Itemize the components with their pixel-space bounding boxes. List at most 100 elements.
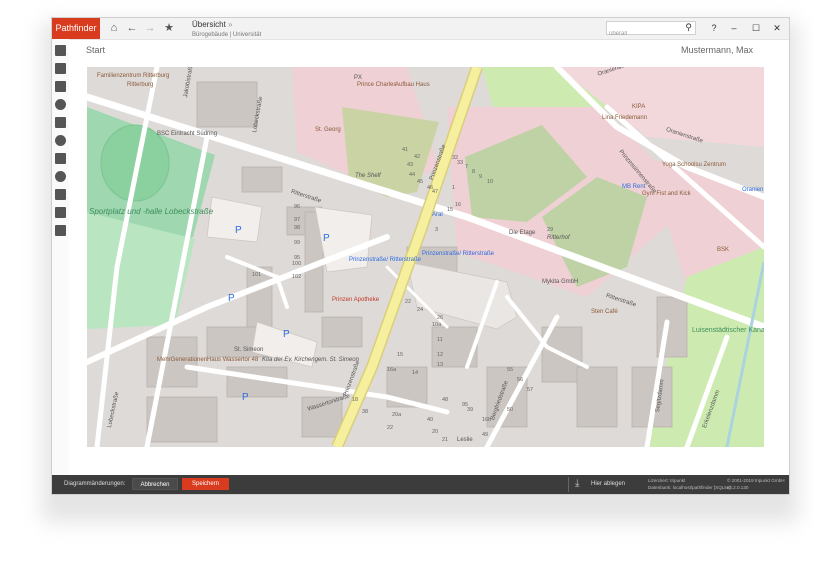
house-number: 3 <box>435 227 439 233</box>
house-number: 97 <box>294 217 301 223</box>
house-number: 39 <box>467 407 474 413</box>
wrench-icon[interactable] <box>55 81 66 92</box>
back-arrow-icon[interactable]: ← <box>126 22 138 34</box>
house-number: 102 <box>292 274 302 280</box>
house-number: 32 <box>452 155 459 161</box>
database-text: Datenbank: localhost\pathfinder [SQLite] <box>648 485 731 490</box>
house-number: 98 <box>294 225 301 231</box>
place-ritterburg: Ritterburg <box>127 82 154 88</box>
place-sten-cafe: Sten Café <box>591 309 618 315</box>
save-button[interactable]: Speichern <box>182 478 229 490</box>
search-icon[interactable]: ⚲ <box>685 22 692 33</box>
house-number: 14 <box>412 370 419 376</box>
place-leslie: Leslie <box>457 437 473 443</box>
house-number: 48 <box>442 397 449 403</box>
house-number: 16 <box>455 202 462 208</box>
parking-icon: P <box>228 293 235 304</box>
place-die-etage: Die Etage <box>509 230 536 236</box>
close-button[interactable]: ✕ <box>771 22 783 34</box>
maximize-button[interactable]: ☐ <box>750 22 762 34</box>
house-number: 96 <box>294 204 301 210</box>
house-number: 38 <box>362 409 369 415</box>
place-lina-friedemann: Lina Friedemann <box>602 115 648 121</box>
cancel-button[interactable]: Abbrechen <box>132 478 178 490</box>
house-number: 10a <box>432 322 442 328</box>
house-number: 20a <box>392 412 402 418</box>
parking-icon: P <box>283 329 290 340</box>
house-number: 11 <box>437 337 443 343</box>
favorite-add-icon[interactable]: ★ <box>163 22 175 34</box>
house-number: 50 <box>507 407 514 413</box>
breadcrumb-separator: » <box>228 20 233 29</box>
place-mykita: Mykita GmbH <box>542 279 579 285</box>
house-number: 56 <box>517 377 524 383</box>
version-text: v3.2.0.130 <box>727 485 749 490</box>
house-number: 9 <box>479 174 483 180</box>
place-the-shelf: The Shelf <box>355 173 381 179</box>
network-icon[interactable] <box>55 189 66 200</box>
place-sportplatz: Sportplatz und -halle Lobeckstraße <box>89 207 214 216</box>
place-st-georg: St. Georg <box>315 127 341 133</box>
house-number: 100 <box>292 261 302 267</box>
place-kipa: KIPA <box>632 104 646 110</box>
parking-icon: P <box>235 225 242 236</box>
version-info: © 2001-2019 tripunkt GmbH v3.2.0.130 <box>727 477 785 491</box>
house-number: 44 <box>409 172 416 178</box>
search-box[interactable]: ⚲ <box>606 21 696 40</box>
house-number: 13 <box>437 362 444 368</box>
place-px: PX <box>354 75 363 81</box>
house-number: 18 <box>352 397 359 403</box>
parking-icon: P <box>323 233 330 244</box>
overview-icon[interactable] <box>55 45 66 56</box>
drop-label: Hier ablegen <box>591 481 626 487</box>
house-number: 1 <box>452 185 456 191</box>
place-bsc: BSC Eintracht Südring <box>157 131 218 137</box>
map-view[interactable]: Ritterstraße Ritterstraße Prinzenstraße Pri… <box>87 67 764 447</box>
house-number: 57 <box>527 387 534 393</box>
canal-label: Luisenstädtischer Kanal <box>692 327 764 334</box>
clock-icon[interactable] <box>55 171 66 182</box>
house-number: 43 <box>407 162 414 168</box>
database-icon[interactable] <box>55 207 66 218</box>
star-icon[interactable] <box>55 117 66 128</box>
house-number: 16a <box>387 367 397 373</box>
house-number: 47 <box>432 189 439 195</box>
house-number: 10 <box>487 179 494 185</box>
house-number: 49 <box>482 432 489 438</box>
place-oranien: Oranien <box>742 187 764 193</box>
house-number: 21 <box>442 437 449 443</box>
house-number: 29 <box>547 227 554 233</box>
changes-label: Diagrammänderungen: <box>64 481 126 487</box>
monitor-icon[interactable] <box>55 63 66 74</box>
breadcrumb[interactable]: Übersicht » Bürogebäude | Universität <box>192 20 261 40</box>
drop-zone[interactable]: ⤓ Hier ablegen <box>568 477 629 492</box>
tag-icon[interactable] <box>55 153 66 164</box>
place-aral: Aral <box>432 212 443 218</box>
title-bar: Pathfinder ⌂ ← → ★ Übersicht » Bürogebäu… <box>52 18 789 40</box>
license-text: Lizenziert: tripunkt <box>648 478 686 483</box>
user-name[interactable]: Mustermann, Max <box>681 45 753 55</box>
place-familienzentrum: Familienzentrum Ritterburg <box>97 73 170 79</box>
house-number: 20 <box>432 429 439 435</box>
search-input[interactable] <box>607 28 681 40</box>
sidebar <box>52 39 69 475</box>
lock-icon[interactable] <box>55 225 66 236</box>
search-icon[interactable] <box>55 99 66 110</box>
house-number: 99 <box>294 240 301 246</box>
place-gym: Gym Fist and Kick <box>642 191 691 197</box>
home-icon[interactable]: ⌂ <box>108 22 120 34</box>
house-number: 15 <box>397 352 404 358</box>
minimize-button[interactable]: – <box>728 22 740 34</box>
place-mb-rent: MB Rent <box>622 184 646 190</box>
app-logo[interactable]: Pathfinder <box>52 18 100 39</box>
help-button[interactable]: ? <box>708 22 720 34</box>
pie-chart-icon[interactable] <box>55 135 66 146</box>
place-prince-charles: Prince Charles <box>357 82 397 88</box>
breadcrumb-title[interactable]: Übersicht <box>192 20 226 29</box>
forward-arrow-icon[interactable]: → <box>144 22 156 34</box>
house-number: 55 <box>507 367 514 373</box>
bus-stop-1: Prinzenstraße/ Ritterstraße <box>349 257 422 263</box>
license-info: Lizenziert: tripunkt Datenbank: localhos… <box>648 477 730 491</box>
house-number: 26 <box>437 315 444 321</box>
download-tray-icon: ⤓ <box>575 478 580 489</box>
